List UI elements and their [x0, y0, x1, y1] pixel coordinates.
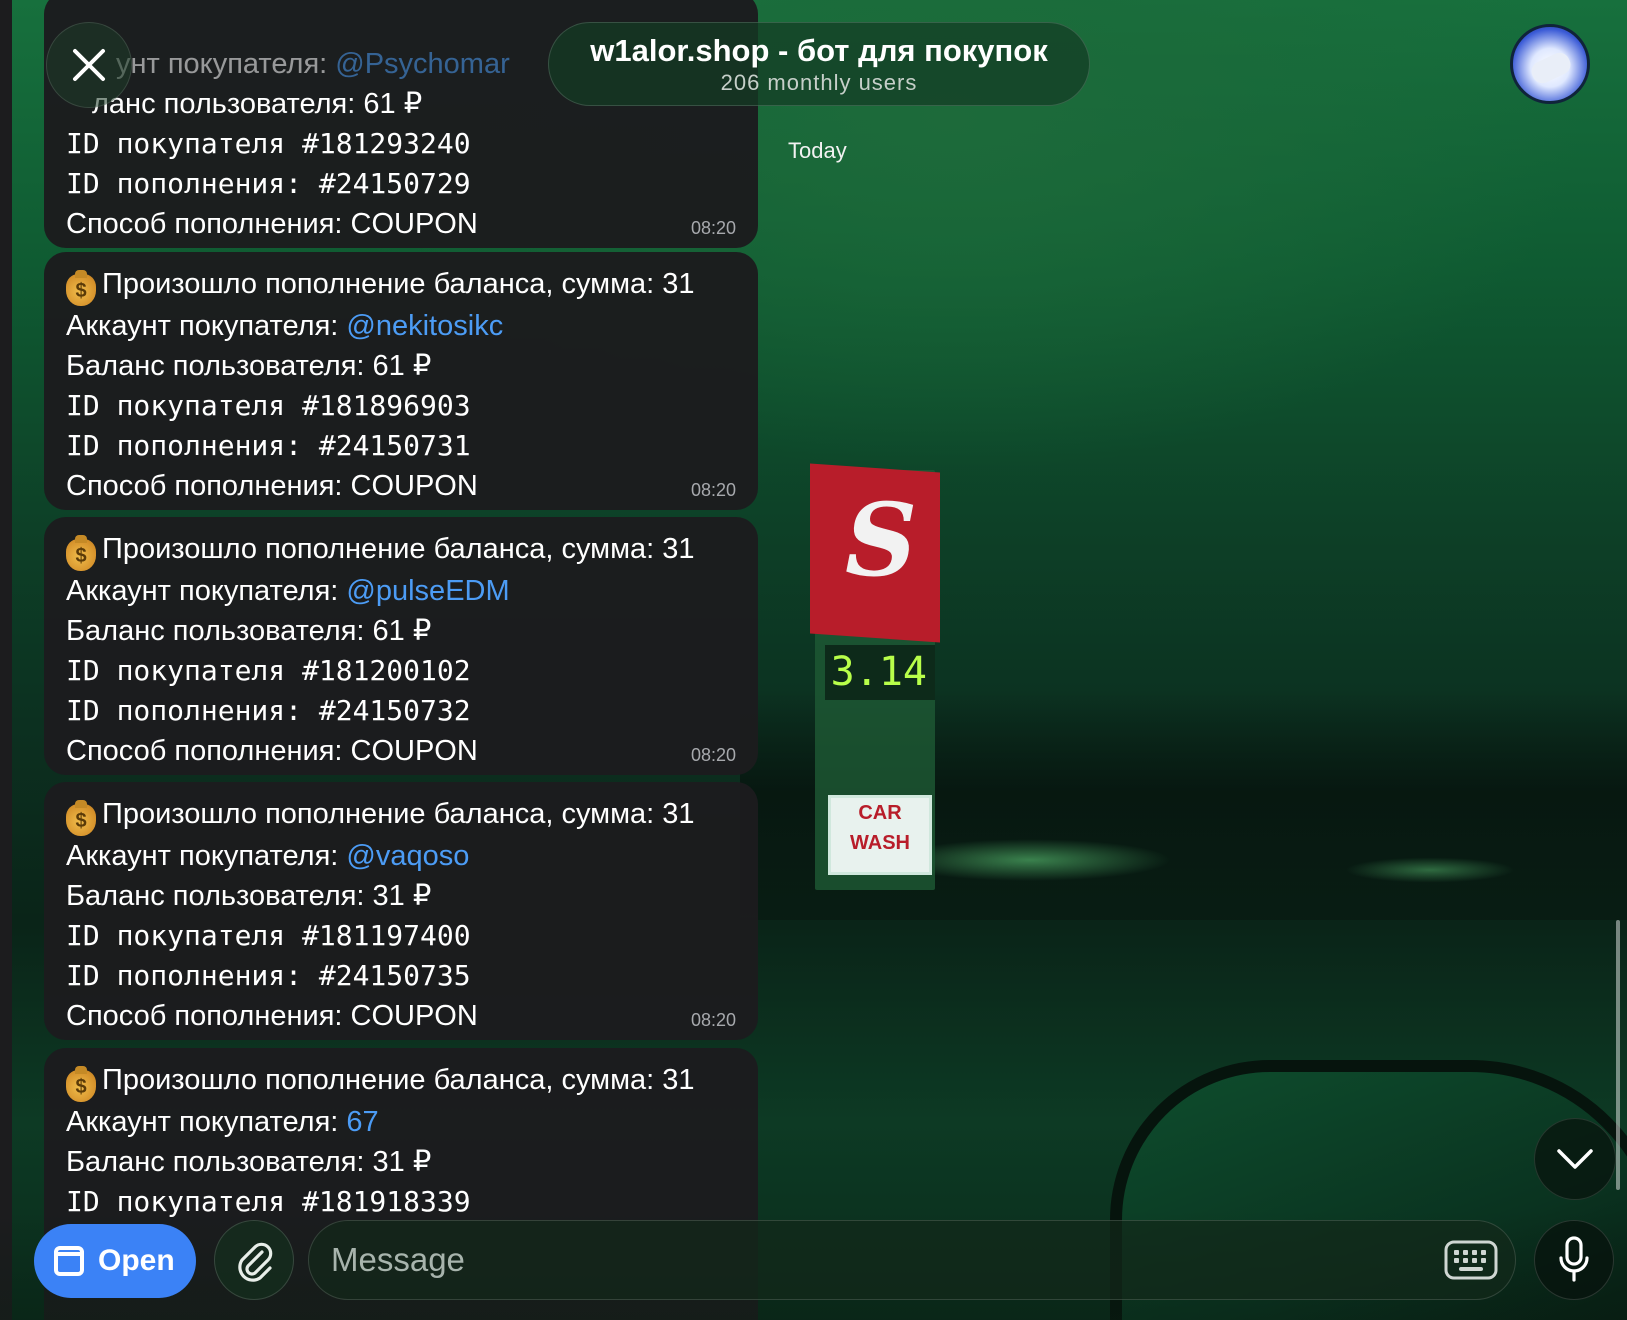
wallpaper-carwash-sign: CAR WASH	[828, 795, 932, 875]
chat-header[interactable]: w1alor.shop - бот для покупок 206 monthl…	[548, 22, 1090, 106]
paperclip-icon	[238, 1242, 273, 1282]
account-label: Аккаунт покупателя:	[66, 1106, 347, 1138]
topup-id-line: ID пополнения: #24150731	[66, 429, 471, 462]
money-bag-icon: $	[66, 270, 96, 306]
method-line: Способ пополнения: COUPON	[66, 735, 478, 767]
app-window-icon	[54, 1246, 84, 1276]
balance-line: Баланс пользователя: 31 ₽	[66, 1146, 432, 1178]
message-account-line: Аккаунт покупателя: @nekitosikc	[66, 306, 738, 346]
close-icon	[73, 49, 105, 81]
account-link[interactable]: @nekitosikc	[346, 310, 503, 342]
message-bubble[interactable]: $ Произошло пополнение баланса, сумма: 31…	[44, 782, 758, 1040]
message-time: 08:20	[690, 745, 736, 765]
wallpaper-lights	[830, 820, 1567, 900]
method-line: Способ пополнения: COUPON	[66, 1000, 478, 1032]
message-account-line: Аккаунт покупателя: 67	[66, 1102, 738, 1142]
wallpaper-price-board: 3.14	[825, 645, 935, 700]
wallpaper-sign-logo: S	[845, 481, 918, 599]
voice-message-button[interactable]	[1534, 1220, 1614, 1300]
topup-id-line: ID пополнения: #24150729	[66, 167, 471, 200]
headline-text: Произошло пополнение баланса, сумма: 31	[102, 798, 695, 830]
account-link[interactable]: @vaqoso	[346, 840, 469, 872]
method-line: Способ пополнения: COUPON	[66, 208, 478, 240]
account-link[interactable]: 67	[346, 1106, 378, 1138]
topup-id-line: ID пополнения: #24150732	[66, 694, 471, 727]
message-account-line: Аккаунт покупателя: @vaqoso	[66, 836, 738, 876]
open-app-button[interactable]: Open	[34, 1224, 196, 1298]
buyer-id-line: ID покупателя #181200102	[66, 654, 471, 687]
headline-text: Произошло пополнение баланса, сумма: 31	[102, 268, 695, 300]
account-label: Аккаунт покупателя:	[66, 575, 347, 607]
account-label: Аккаунт покупателя:	[66, 840, 347, 872]
money-bag-icon: $	[66, 800, 96, 836]
account-label: Аккаунт покупателя:	[66, 310, 347, 342]
money-bag-icon: $	[66, 535, 96, 571]
message-headline: $ Произошло пополнение баланса, сумма: 31	[66, 1060, 738, 1102]
balance-line: Баланс пользователя: 31 ₽	[66, 880, 432, 912]
account-label: унт покупателя:	[116, 48, 336, 80]
topup-id-line: ID пополнения: #24150735	[66, 959, 471, 992]
bot-avatar[interactable]	[1510, 24, 1590, 104]
keyboard-button[interactable]	[1442, 1238, 1500, 1282]
message-headline: $ Произошло пополнение баланса, сумма: 31	[66, 794, 738, 836]
message-headline: $ Произошло пополнение баланса, сумма: 31	[66, 264, 738, 306]
method-line: Способ пополнения: COUPON	[66, 470, 478, 502]
buyer-id-line: ID покупателя #181293240	[66, 127, 471, 160]
buyer-id-line: ID покупателя #181197400	[66, 919, 471, 952]
chevron-down-icon	[1557, 1149, 1593, 1169]
account-link[interactable]: @pulseEDM	[346, 575, 509, 607]
money-bag-icon: $	[66, 1066, 96, 1102]
chat-subtitle: 206 monthly users	[720, 70, 918, 95]
scroll-down-button[interactable]	[1534, 1118, 1616, 1200]
headline-text: Произошло пополнение баланса, сумма: 31	[102, 1064, 695, 1096]
balance-line: Баланс пользователя: 61 ₽	[66, 350, 432, 382]
balance-line: Баланс пользователя: 61 ₽	[66, 615, 432, 647]
message-input[interactable]	[308, 1220, 1516, 1300]
headline-text: Произошло пополнение баланса, сумма: 31	[102, 533, 695, 565]
message-bubble[interactable]: $ Произошло пополнение баланса, сумма: 31…	[44, 517, 758, 775]
open-button-label: Open	[98, 1244, 175, 1277]
buyer-id-line: ID покупателя #181896903	[66, 389, 471, 422]
message-time: 08:20	[690, 1010, 736, 1030]
keyboard-icon	[1444, 1240, 1498, 1280]
message-bubble[interactable]: $ Произошло пополнение баланса, сумма: 31…	[44, 252, 758, 510]
microphone-icon	[1559, 1236, 1589, 1282]
scrollbar[interactable]	[1616, 920, 1620, 1190]
date-divider: Today	[788, 138, 847, 163]
message-time: 08:20	[690, 218, 736, 238]
message-account-line: Аккаунт покупателя: @pulseEDM	[66, 571, 738, 611]
window-edge	[0, 0, 12, 1320]
chat-title: w1alor.shop - бот для покупок	[590, 33, 1048, 68]
attach-button[interactable]	[214, 1220, 294, 1300]
account-link[interactable]: @Psychomar	[335, 48, 509, 80]
message-time: 08:20	[690, 480, 736, 500]
close-button[interactable]	[46, 22, 132, 108]
message-headline: $ Произошло пополнение баланса, сумма: 31	[66, 529, 738, 571]
